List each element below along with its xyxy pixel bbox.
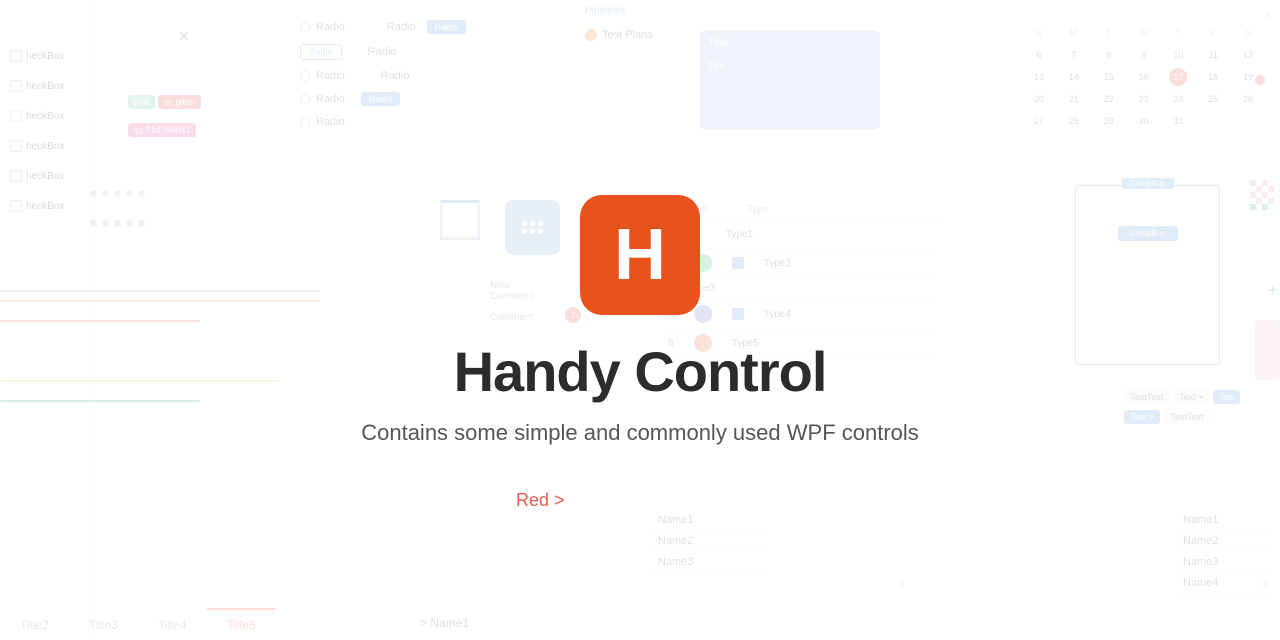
bg-badge-gitter: on gitter [158,95,201,109]
bg-tab-title4: Title4 [138,608,207,640]
bg-slider-2 [0,320,200,322]
bg-checkered-pattern [1250,180,1280,240]
bg-comment-area: NewComment 7 Comment Reply Reply [490,280,533,435]
bg-tag-texttext2: TextText [1164,410,1209,424]
bg-slider-4 [0,400,200,402]
bg-pipelines-title: Pipelines [580,0,780,21]
bg-tag-texttext: TextText [1124,390,1169,404]
bg-groupbox: GroupBox GroupBox [1075,185,1220,365]
bg-tag-blue2: Text × [1124,410,1160,424]
bg-badge-qq: qq 714704041 [128,123,196,137]
bg-tag-text: Text × [1173,390,1209,404]
bg-calendar: ≡ S M T W T F S 6 7 8 9 10 11 12 13 14 1… [1020,0,1280,140]
background-mockup: heckBox heckBox heckBox heckBox heckBox … [0,0,1280,640]
red-arrow-text: Red > [516,490,565,511]
bg-nav-arrow-left: ‹ [900,575,905,593]
bg-slider-5 [0,290,320,292]
bg-nav-arrow-right: › [1262,575,1267,593]
bg-tab-title2: Title2 [0,608,69,640]
bg-namelist-left: Name1 Name2 Name3 [650,510,770,573]
bg-tag-top: Top [1213,390,1240,404]
bg-blue-square [505,200,560,255]
bg-groupbox-title: GroupBox [1121,178,1173,189]
bg-title-card: Title Title [700,30,880,130]
bg-table: Selected Type Type1 2 Type2 Type3 4 Type… [660,200,940,358]
bg-title-tabs: Title2 Title3 Title4 Title5 [0,608,276,640]
bg-badges-area: chat on gitter [128,95,201,109]
bg-pink-figure [1255,320,1280,380]
bg-badge-chat: chat [128,95,155,109]
bg-slider-1 [0,300,320,302]
bg-tab-title3: Title3 [69,608,138,640]
bg-radio-panel: Radio Radio Radio Radio Radio Radio Radi… [290,0,490,148]
bg-name-tree: > Name1 [410,606,479,640]
bg-slider-3 [0,380,280,382]
bg-namelist-right: Name1 Name2 Name3 Name4 [1175,510,1275,594]
bg-tags-area: TextText Text × Top Text × TextText [1124,390,1240,424]
bg-dots-area [90,190,145,227]
bg-close-icon: ✕ [178,28,190,45]
bg-badge-qq-row: qq 714704041 [128,120,196,138]
bg-tab-title5: Title5 [207,608,276,640]
bg-groupbox-inner: GroupBox [1117,226,1177,241]
bg-green-plus: + [1267,280,1278,301]
bg-spinner [440,200,480,240]
